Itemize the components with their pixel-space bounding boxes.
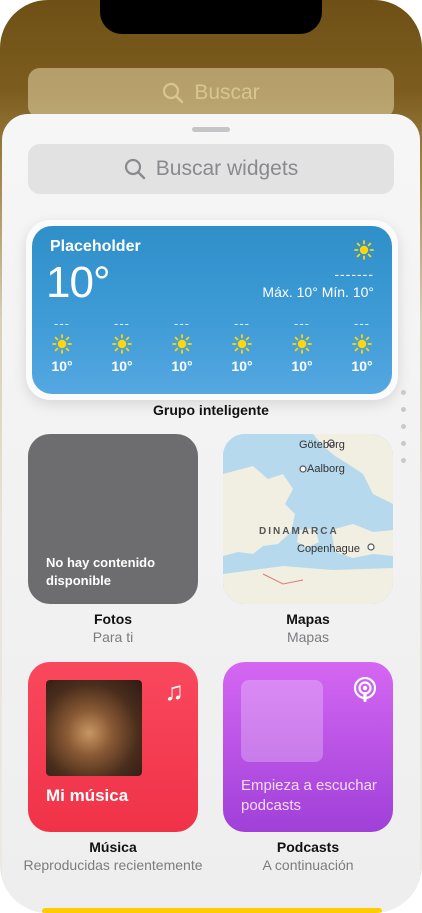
sun-icon — [112, 334, 132, 354]
hour-forecast: --- 10° — [164, 316, 200, 374]
maps-title: Mapas — [286, 611, 330, 627]
widget-search-placeholder: Buscar widgets — [155, 157, 299, 180]
music-title: Música — [89, 839, 137, 855]
page-dot — [401, 424, 406, 429]
podcast-artwork-placeholder — [241, 680, 323, 762]
hour-temperature: 10° — [111, 358, 133, 374]
weather-temperature: 10° — [46, 258, 111, 307]
hour-label: --- — [174, 316, 190, 331]
hour-temperature: 10° — [291, 358, 313, 374]
sheet-grabber[interactable] — [192, 127, 230, 132]
hour-forecast: --- 10° — [224, 316, 260, 374]
hour-label: --- — [54, 316, 70, 331]
photos-title: Fotos — [93, 611, 133, 627]
map-place-label: Copenhague — [297, 543, 360, 555]
photos-empty-message: No hay contenido disponible — [46, 555, 156, 588]
sun-icon — [352, 334, 372, 354]
sun-icon — [292, 334, 312, 354]
maps-widget[interactable]: Göteborg Aalborg DINAMARCA Copenhague — [223, 434, 393, 604]
sun-icon — [172, 334, 192, 354]
phone-screen: Buscar Buscar widgets Placeholder 10° --… — [0, 0, 422, 913]
hour-temperature: 10° — [171, 358, 193, 374]
top-search-label: Buscar — [194, 81, 260, 104]
podcasts-caption: Podcasts A continuación — [218, 839, 398, 875]
weather-hi-lo: Máx. 10° Mín. 10° — [262, 284, 374, 300]
smart-stack-widget[interactable]: Placeholder 10° ------- Máx. 10° Mín. 10… — [26, 220, 398, 400]
hour-label: --- — [354, 316, 370, 331]
page-dot — [401, 458, 406, 463]
weather-widget[interactable]: Placeholder 10° ------- Máx. 10° Mín. 10… — [32, 226, 392, 394]
hourly-forecast: --- 10° --- 10° --- 10° --- 10° --- 10° … — [44, 316, 380, 374]
search-icon — [163, 82, 184, 104]
hour-forecast: --- 10° — [344, 316, 380, 374]
next-widget-peek — [42, 908, 382, 913]
hour-temperature: 10° — [351, 358, 373, 374]
podcasts-subtitle: A continuación — [262, 857, 354, 873]
map-image: Göteborg Aalborg DINAMARCA Copenhague — [223, 434, 393, 604]
music-note-icon: ♫ — [164, 676, 185, 706]
maps-subtitle: Mapas — [286, 629, 330, 645]
page-dot — [401, 407, 406, 412]
podcasts-title: Podcasts — [276, 839, 340, 855]
map-place-label: Göteborg — [299, 439, 345, 451]
map-place-label: Aalborg — [307, 463, 345, 475]
music-caption: Música Reproducidas recientemente — [23, 839, 203, 875]
map-country-label: DINAMARCA — [259, 526, 339, 537]
sun-icon — [52, 334, 72, 354]
hour-label: --- — [294, 316, 310, 331]
hour-forecast: --- 10° — [104, 316, 140, 374]
podcasts-icon — [353, 676, 377, 702]
hour-label: --- — [234, 316, 250, 331]
hour-temperature: 10° — [231, 358, 253, 374]
photos-caption: Fotos Para ti — [23, 611, 203, 647]
album-artwork — [46, 680, 142, 776]
sun-icon — [232, 334, 252, 354]
music-widget-label: Mi música — [46, 786, 129, 805]
music-widget[interactable]: ♫ Mi música — [28, 662, 198, 832]
top-search-bar[interactable]: Buscar — [28, 68, 394, 118]
hour-label: --- — [114, 316, 130, 331]
weather-condition: ------- — [334, 266, 374, 282]
hour-forecast: --- 10° — [44, 316, 80, 374]
hour-forecast: --- 10° — [284, 316, 320, 374]
hour-temperature: 10° — [51, 358, 73, 374]
widget-search-field[interactable]: Buscar widgets — [28, 144, 394, 194]
music-subtitle: Reproducidas recientemente — [23, 857, 203, 873]
notch — [100, 0, 322, 34]
smart-stack-title: Grupo inteligente — [153, 402, 269, 418]
smart-stack-caption: Grupo inteligente — [121, 402, 301, 418]
widget-gallery-sheet: Buscar widgets Placeholder 10° ------- M… — [2, 114, 420, 913]
photos-subtitle: Para ti — [92, 629, 134, 645]
maps-caption: Mapas Mapas — [218, 611, 398, 647]
stack-page-indicator — [401, 390, 406, 463]
photos-widget[interactable]: No hay contenido disponible — [28, 434, 198, 604]
podcasts-widget[interactable]: Empieza a escuchar podcasts — [223, 662, 393, 832]
page-dot — [401, 390, 406, 395]
weather-location: Placeholder — [50, 238, 141, 255]
page-dot — [401, 441, 406, 446]
podcasts-widget-label: Empieza a escuchar podcasts — [241, 777, 377, 814]
sun-icon — [354, 240, 374, 260]
search-icon — [124, 158, 145, 180]
